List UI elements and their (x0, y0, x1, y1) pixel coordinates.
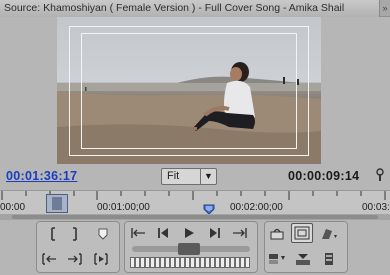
play-in-to-out-button[interactable] (90, 249, 112, 269)
source-tab-title: Source: Khamoshiyan ( Female Version ) -… (4, 2, 345, 14)
source-tab[interactable]: Source: Khamoshiyan ( Female Version ) -… (0, 0, 380, 17)
zoom-select-value: Fit (167, 170, 180, 182)
insert-button[interactable] (266, 249, 288, 269)
current-timecode[interactable]: 00:01:36:17 (6, 169, 77, 183)
set-out-point-button[interactable] (66, 224, 88, 244)
export-frame-button[interactable] (318, 249, 340, 269)
zoom-select[interactable]: Fit ▼ (161, 168, 217, 185)
ruler-label: 00:03: (362, 202, 390, 213)
play-button[interactable] (178, 223, 200, 243)
go-to-next-marker-button[interactable] (230, 223, 252, 243)
ruler-label: 00:02:00;00 (230, 202, 283, 213)
settings-wrench-icon[interactable] (374, 168, 386, 184)
step-forward-button[interactable] (204, 223, 226, 243)
set-marker-button[interactable] (92, 224, 114, 244)
step-back-button[interactable] (152, 223, 174, 243)
timeline-scroll-thumb[interactable] (12, 215, 378, 219)
set-in-point-button[interactable] (40, 224, 62, 244)
output-button[interactable] (318, 224, 340, 244)
safe-margins-button[interactable] (291, 223, 313, 243)
playhead-region[interactable] (46, 194, 68, 213)
go-to-previous-marker-button[interactable] (126, 223, 148, 243)
jog-wheel[interactable] (130, 257, 250, 268)
current-time-indicator-icon[interactable] (203, 202, 215, 215)
ruler-label: 00:00 (0, 202, 26, 213)
duration-timecode: 00:00:09:14 (288, 169, 360, 183)
safe-title-margin (81, 33, 297, 149)
go-to-in-point-button[interactable] (38, 249, 60, 269)
loop-button[interactable] (266, 224, 288, 244)
chevron-down-icon: ▼ (200, 169, 216, 184)
overlay-button[interactable] (292, 249, 314, 269)
go-to-out-point-button[interactable] (64, 249, 86, 269)
ruler-label: 00:01:00;00 (97, 202, 150, 213)
shuttle-slider-knob[interactable] (178, 243, 200, 255)
close-icon[interactable]: » (380, 0, 390, 17)
